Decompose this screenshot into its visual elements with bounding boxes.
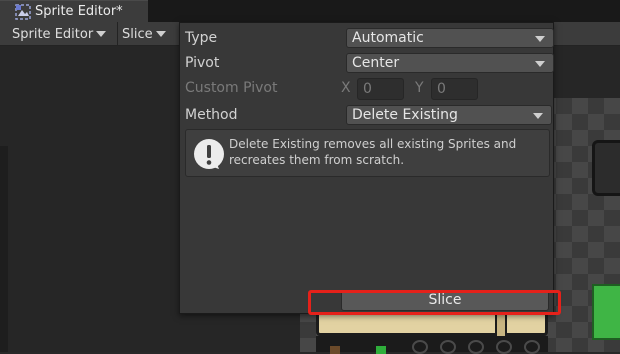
info-icon — [194, 139, 224, 169]
method-label: Method — [185, 107, 238, 123]
chevron-down-icon — [535, 61, 545, 67]
type-dropdown[interactable]: Automatic — [346, 28, 554, 48]
sprite-editor-menu-dropdown[interactable]: Sprite Editor — [12, 24, 107, 44]
slice-menu-label: Slice — [122, 26, 153, 42]
sprite-gem — [376, 346, 386, 354]
sprite-editor-menu-label: Sprite Editor — [12, 26, 94, 42]
slice-menu-dropdown[interactable]: Slice — [122, 24, 166, 44]
method-dropdown[interactable]: Delete Existing — [346, 105, 552, 125]
tab-title: Sprite Editor* — [35, 4, 123, 19]
slice-popup: Type Automatic Pivot Center Custom Pivot… — [179, 22, 554, 314]
sprite-editor-tab[interactable]: Sprite Editor* — [0, 0, 148, 22]
pivot-label: Pivot — [185, 55, 220, 71]
canvas-edge — [0, 146, 8, 352]
custom-pivot-label: Custom Pivot — [185, 80, 278, 96]
sprite-editor-icon — [15, 3, 31, 20]
method-help-text: Delete Existing removes all existing Spr… — [229, 137, 517, 167]
sprite-sheet-lower-row — [316, 336, 548, 354]
sprite-frame-preview — [592, 140, 620, 196]
sprite-chip — [330, 346, 340, 354]
chevron-down-icon — [535, 36, 545, 42]
custom-pivot-y-field[interactable]: 0 — [431, 78, 478, 100]
chevron-down-icon — [155, 31, 166, 37]
green-sprite-preview — [592, 284, 620, 340]
toolbar-divider — [117, 22, 118, 46]
window-tab-strip: Sprite Editor* — [0, 0, 620, 22]
slice-button[interactable]: Slice — [341, 290, 549, 311]
custom-pivot-y-label: Y — [415, 80, 424, 96]
pivot-value: Center — [352, 55, 400, 71]
type-value: Automatic — [352, 30, 424, 46]
type-label: Type — [185, 30, 218, 46]
custom-pivot-x-label: X — [341, 80, 351, 96]
chevron-down-icon — [96, 31, 107, 37]
method-value: Delete Existing — [352, 107, 458, 123]
chevron-down-icon — [533, 113, 543, 119]
method-help-box: Delete Existing removes all existing Spr… — [185, 129, 550, 177]
pivot-dropdown[interactable]: Center — [346, 53, 554, 73]
custom-pivot-x-field[interactable]: 0 — [357, 78, 404, 100]
